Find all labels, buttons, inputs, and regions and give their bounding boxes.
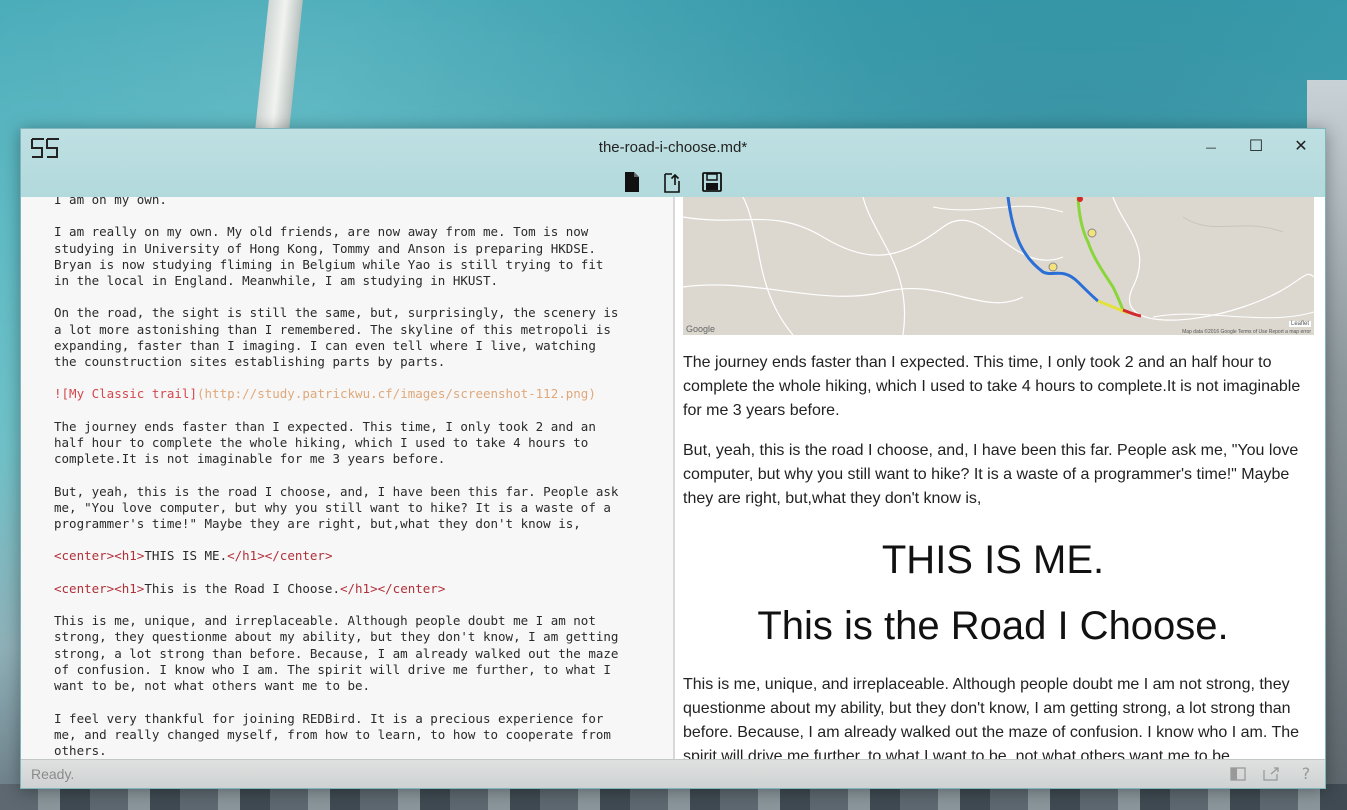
editor-line: The journey ends faster than I expected.… [54,418,596,434]
editor-line: This is me, unique, and irreplaceable. A… [54,613,596,629]
editor-text[interactable]: I am on my own. I am really on my own. M… [21,197,673,759]
markdown-image-alt: ![My Classic trail] [54,386,197,402]
help-icon[interactable]: ? [1297,765,1315,783]
close-icon: ✕ [1294,136,1308,155]
preview-paragraph: This is me, unique, and irreplaceable. A… [683,676,1300,760]
editor-line: strong, a lot strong than before. Becaus… [54,645,619,661]
editor-line: half hour to complete the whole hiking, … [54,435,589,451]
preview-paragraph: The journey ends faster than I expected.… [683,354,1301,419]
editor-line: want to be, not what others want me to b… [54,678,371,694]
map-graphic [683,197,1314,335]
editor-line: studying in University of Hong Kong, Tom… [54,240,596,256]
editor-line: the counstruction sites establishing par… [54,354,446,370]
open-external-icon[interactable] [1262,765,1280,783]
preview-paragraph: But, yeah, this is the road I choose, an… [683,442,1299,507]
export-icon[interactable] [661,171,683,193]
markdown-image-url: (http://study.patrickwu.cf/images/screen… [197,386,596,402]
editor-line: in the local in England. Meanwhile, I am… [54,273,499,289]
html-close-tag: </h1></center> [227,548,333,564]
editor-line: But, yeah, this is the road I choose, an… [54,483,619,499]
editor-line: I am on my own. [54,197,167,207]
editor-line: of confusion. I know who I am. The spiri… [54,661,611,677]
editor-window: the-road-i-choose.md* — ☐ ✕ I am on my o… [20,128,1326,789]
preview-content: The journey ends faster than I expected.… [683,351,1303,760]
status-text: Ready. [31,766,75,782]
save-icon[interactable] [701,171,723,193]
html-open-tag: <center><h1> [54,580,145,596]
split-view-icon[interactable] [1229,765,1247,783]
preview-heading: This is the Road I Choose. [757,604,1229,648]
editor-line: me, "You love computer, but why you stil… [54,499,611,515]
google-logo: Google [686,324,716,334]
maximize-icon: ☐ [1248,136,1264,155]
html-open-tag: <center><h1> [54,548,145,564]
close-button[interactable]: ✕ [1281,135,1321,157]
leaflet-attribution[interactable]: Leaflet [1288,321,1311,327]
minimize-button[interactable]: — [1191,135,1231,157]
editor-line: On the road, the sight is still the same… [54,305,619,321]
title-bar[interactable]: the-road-i-choose.md* — ☐ ✕ [21,129,1325,197]
editor-line: others. [54,742,107,758]
editor-line: I feel very thankful for joining REDBird… [54,710,604,726]
maximize-button[interactable]: ☐ [1236,135,1276,157]
editor-line: complete.It is not imaginable for me 3 y… [54,451,446,467]
editor-line: expanding, faster than I imaging. I can … [54,337,596,353]
editor-line: a lot more astonishing than I remembered… [54,321,611,337]
map-attribution: Map data ©2016 Google Terms of Use Repor… [1182,329,1311,335]
status-bar: Ready. ? [21,759,1325,788]
editor-line: strong, they questionme about my ability… [54,629,619,645]
editor-line: I am really on my own. My old friends, a… [54,224,589,240]
editor-line: me, and really changed myself, from how … [54,726,611,742]
html-close-tag: </h1></center> [339,580,446,596]
trail-map-image: Google Leaflet Map data ©2016 Google Ter… [683,197,1314,335]
editor-line: Bryan is now studying fliming in Belgium… [54,256,604,272]
toolbar [621,171,723,193]
heading-text: THIS IS ME. [144,548,228,564]
window-title: the-road-i-choose.md* [598,139,748,156]
editor-line: programmer's time!" Maybe they are right… [54,516,581,532]
markdown-preview[interactable]: Google Leaflet Map data ©2016 Google Ter… [675,197,1325,760]
preview-heading: THIS IS ME. [881,538,1105,582]
new-file-icon[interactable] [621,171,643,193]
markdown-editor[interactable]: I am on my own. I am really on my own. M… [21,197,675,760]
heading-text: This is the Road I Choose. [144,580,340,596]
minimize-icon: — [1205,141,1217,154]
